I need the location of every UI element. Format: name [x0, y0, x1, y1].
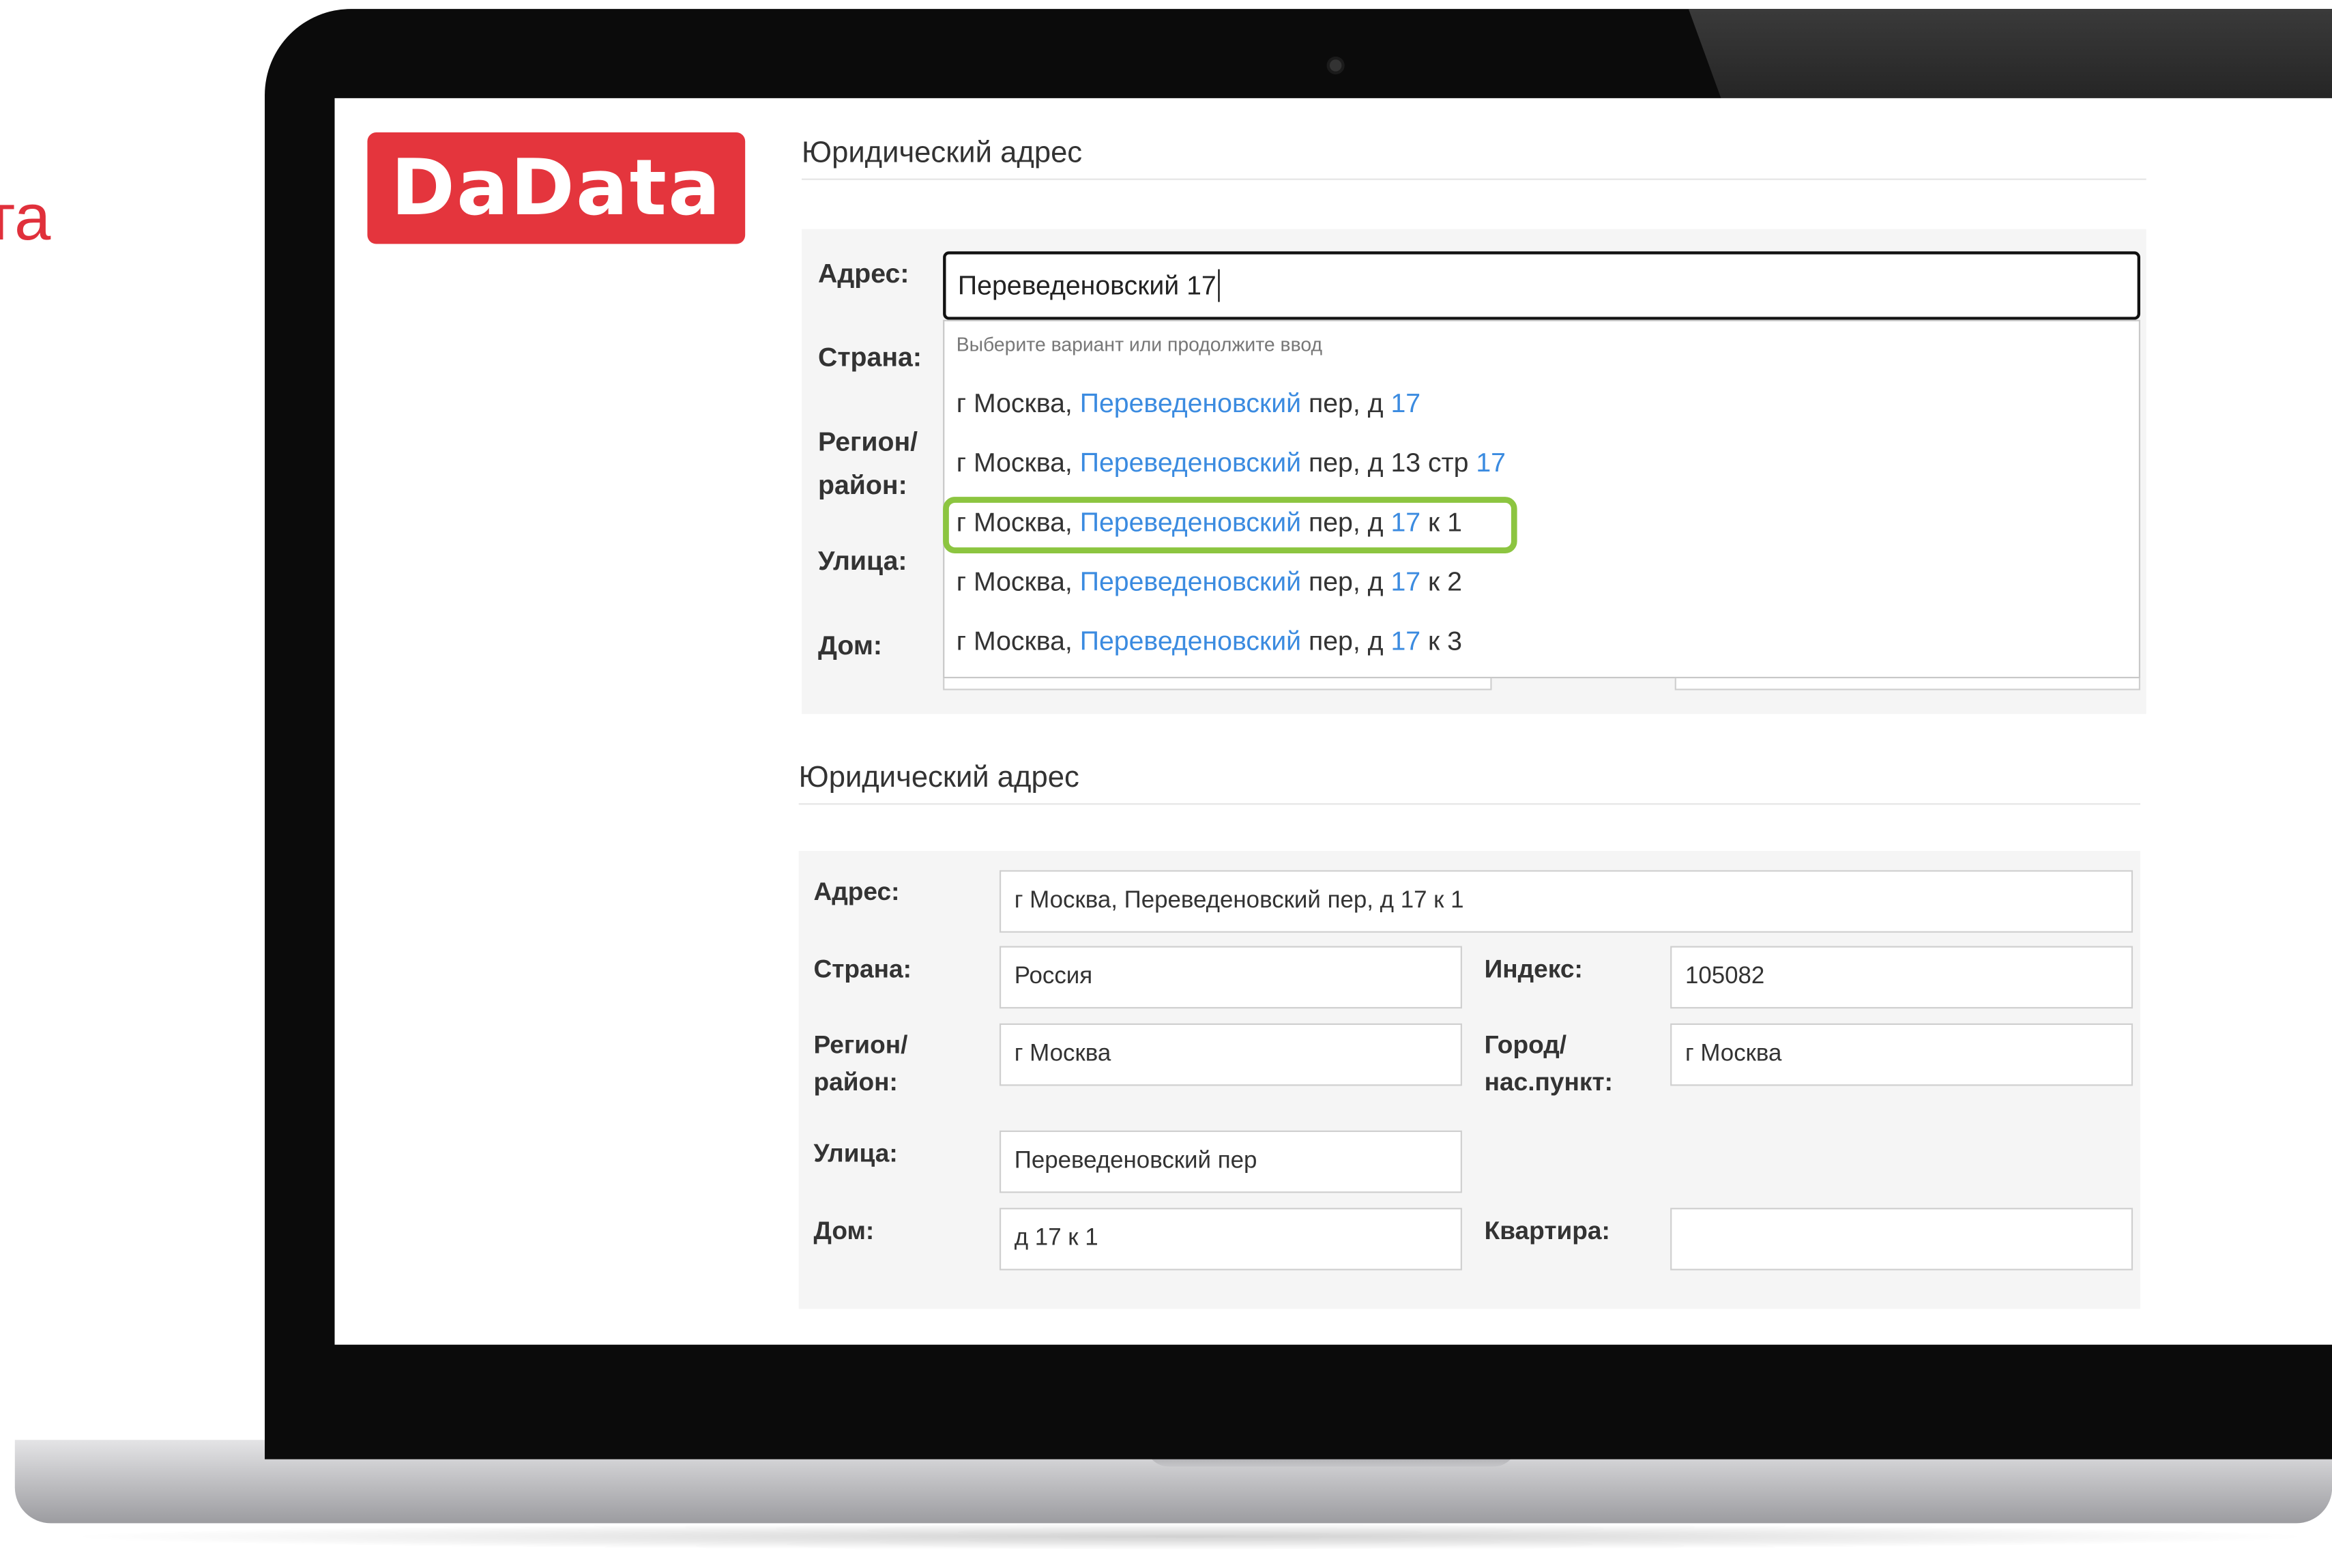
- country-field[interactable]: Россия: [1000, 946, 1462, 1008]
- city-field[interactable]: г Москва: [1670, 1023, 2133, 1086]
- suggestion-number-highlight: 17: [1390, 388, 1420, 418]
- suggestion-tail: к 3: [1420, 626, 1462, 656]
- label-city: Город/ нас.пункт:: [1485, 1026, 1633, 1101]
- suggestion-number-highlight: 17: [1476, 448, 1506, 478]
- suggestion-item[interactable]: г Москва, Переведеновский пер, д 17 к 2: [957, 567, 1462, 598]
- suggestion-street-highlight: Переведеновский: [1080, 448, 1301, 478]
- apartment-field[interactable]: [1670, 1208, 2133, 1271]
- suggestion-middle: пер, д: [1301, 626, 1390, 656]
- address-input-value: Переведеновский 17: [958, 270, 1216, 302]
- index-field[interactable]: 105082: [1670, 946, 2133, 1008]
- suggestion-street-highlight: Переведеновский: [1080, 567, 1301, 597]
- label-house-top: Дом:: [818, 625, 882, 668]
- suggestion-number-highlight: 17: [1390, 567, 1420, 597]
- suggestion-middle: пер, д: [1301, 567, 1390, 597]
- dadata-logo: DaData: [367, 132, 745, 244]
- laptop-shadow: [59, 1523, 2320, 1550]
- label-address: Адрес:: [813, 873, 899, 911]
- suggestion-item[interactable]: г Москва, Переведеновский пер, д 17: [957, 388, 1420, 420]
- suggestion-number-highlight: 17: [1390, 626, 1420, 656]
- section-title-bottom: Юридический адрес: [799, 761, 1079, 796]
- suggestion-prefix: г Москва,: [957, 388, 1080, 418]
- address-field[interactable]: г Москва, Переведеновский пер, д 17 к 1: [1000, 870, 2133, 933]
- stage: та DaData Юридический адрес Адрес: Стран…: [0, 0, 2332, 1568]
- label-house: Дом:: [813, 1213, 874, 1250]
- suggestion-prefix: г Москва,: [957, 626, 1080, 656]
- suggestion-middle: пер, д: [1301, 388, 1390, 418]
- suggestion-street-highlight: Переведеновский: [1080, 626, 1301, 656]
- laptop-screen: DaData Юридический адрес Адрес: Страна: …: [335, 98, 2332, 1345]
- label-street-top: Улица:: [818, 540, 907, 583]
- section-divider-top: [802, 179, 2146, 180]
- suggestion-item[interactable]: г Москва, Переведеновский пер, д 17 к 3: [957, 626, 1462, 658]
- suggestion-street-highlight: Переведеновский: [1080, 388, 1301, 418]
- camera-icon: [1327, 57, 1345, 74]
- house-field[interactable]: д 17 к 1: [1000, 1208, 1462, 1271]
- label-street: Улица:: [813, 1135, 897, 1172]
- section-title-top: Юридический адрес: [802, 137, 1082, 171]
- suggestion-prefix: г Москва,: [957, 448, 1080, 478]
- lid-reflection: [1689, 9, 2332, 113]
- selected-suggestion-outline: [943, 497, 1517, 553]
- street-field[interactable]: Переведеновский пер: [1000, 1131, 1462, 1193]
- address-search-input[interactable]: Переведеновский 17: [943, 251, 2140, 319]
- text-caret: [1218, 270, 1219, 302]
- label-region-top: Регион/ район:: [818, 421, 937, 507]
- suggestion-prefix: г Москва,: [957, 567, 1080, 597]
- label-address-top: Адрес:: [818, 253, 909, 296]
- label-country-top: Страна:: [818, 336, 922, 379]
- region-field[interactable]: г Москва: [1000, 1023, 1462, 1086]
- section-divider-bottom: [799, 803, 2140, 804]
- label-country: Страна:: [813, 950, 912, 988]
- left-text-fragment: та: [0, 182, 50, 256]
- label-index: Индекс:: [1485, 950, 1583, 988]
- suggestion-tail: к 2: [1420, 567, 1462, 597]
- label-apartment: Квартира:: [1485, 1213, 1610, 1250]
- suggestion-item[interactable]: г Москва, Переведеновский пер, д 13 стр …: [957, 448, 1506, 479]
- suggestion-middle: пер, д 13 стр: [1301, 448, 1476, 478]
- label-region: Регион/ район:: [813, 1026, 932, 1101]
- dropdown-hint: Выберите вариант или продолжите ввод: [957, 333, 1322, 355]
